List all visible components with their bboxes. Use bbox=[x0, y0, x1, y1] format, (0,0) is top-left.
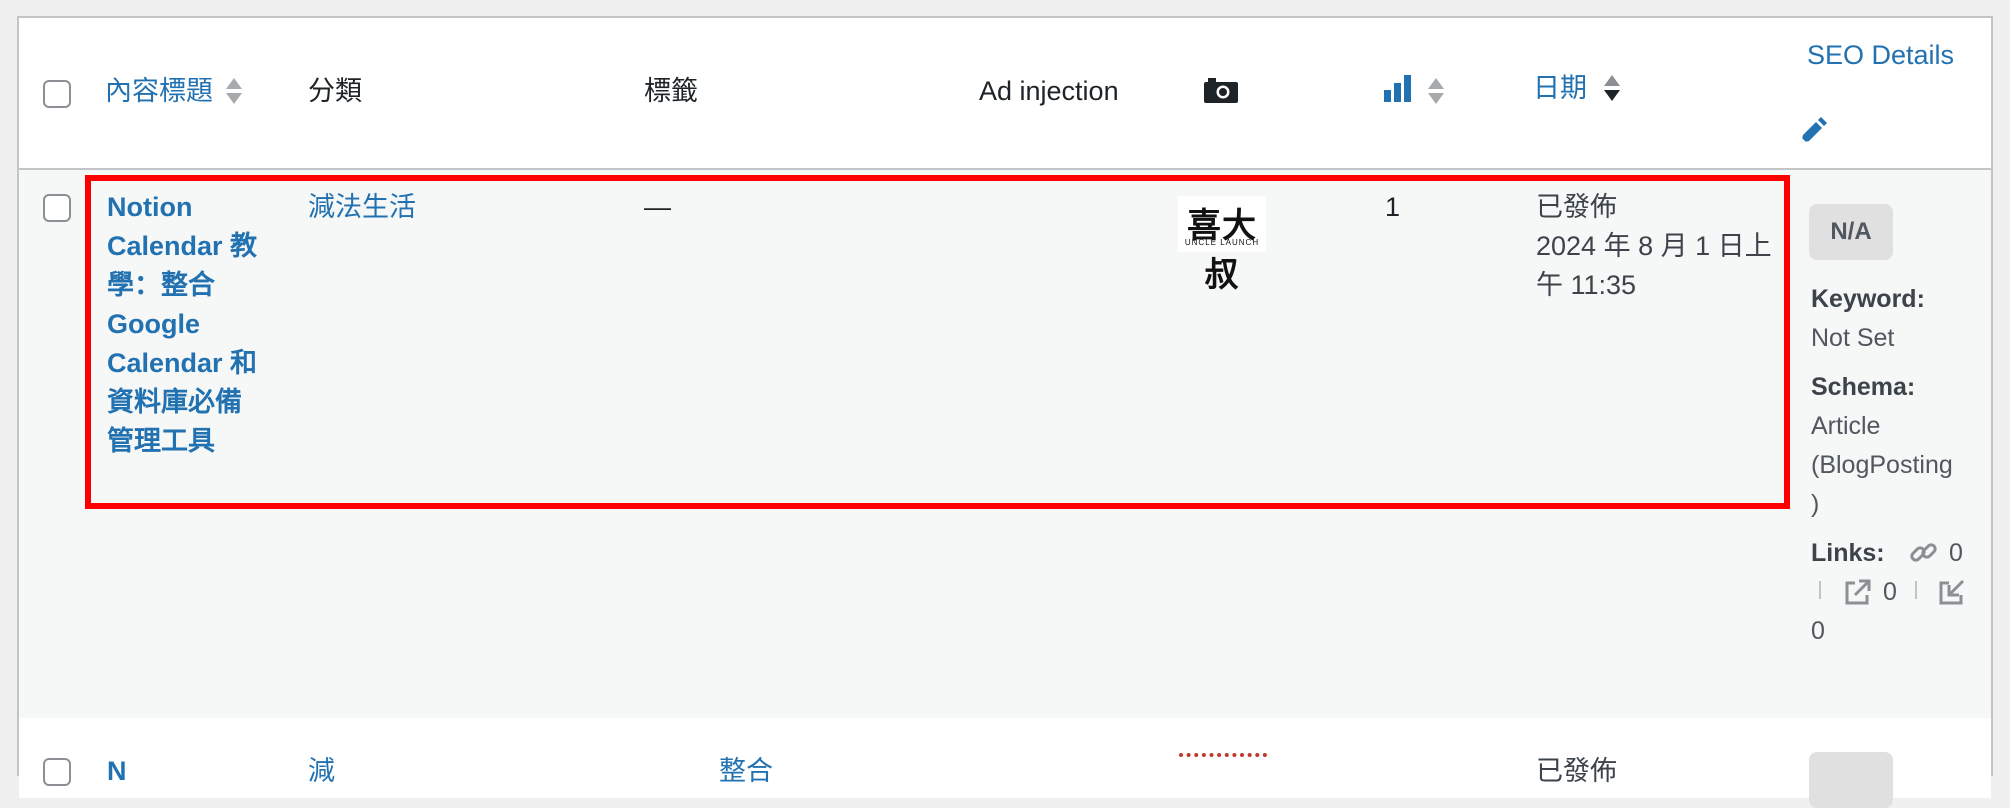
links-label: Links: bbox=[1811, 539, 1885, 567]
thumbnail-logo-text: 喜大叔 bbox=[1187, 206, 1257, 295]
post-title-line[interactable]: Calendar 教 bbox=[107, 227, 287, 266]
schema-value-line: Article bbox=[1811, 412, 1881, 440]
post-date: 已發佈 2024 年 8 月 1 日上 午 11:35 bbox=[1536, 188, 1772, 305]
post-status: 已發佈 bbox=[1536, 192, 1617, 222]
post-title-link[interactable]: Notion Calendar 教 學：整合 Google Calendar 和… bbox=[107, 188, 287, 461]
column-header-title[interactable]: 內容標題 bbox=[105, 72, 213, 111]
post-date-line: 2024 年 8 月 1 日上 bbox=[1536, 231, 1772, 261]
external-link-icon bbox=[1843, 577, 1873, 619]
tags-value: — bbox=[644, 192, 671, 222]
schema-value-line: (BlogPosting bbox=[1811, 451, 1953, 479]
column-header-ad-injection: Ad injection bbox=[979, 76, 1119, 106]
post-title-line[interactable]: 學：整合 bbox=[107, 266, 287, 305]
incoming-links-count: 0 bbox=[1811, 617, 1825, 645]
category-link[interactable]: 減法生活 bbox=[308, 188, 416, 227]
column-header-seo-details[interactable]: SEO Details bbox=[1807, 36, 1954, 75]
select-all-checkbox[interactable] bbox=[43, 80, 71, 108]
date-col-label[interactable]: 日期 bbox=[1533, 73, 1587, 103]
divider bbox=[1915, 581, 1917, 599]
column-header-tags: 標籤 bbox=[644, 76, 698, 106]
keyword-value: Not Set bbox=[1811, 324, 1895, 352]
bar-chart-icon[interactable] bbox=[1383, 74, 1413, 104]
row-checkbox[interactable] bbox=[43, 758, 71, 786]
post-title-link[interactable]: N bbox=[107, 752, 127, 791]
camera-icon bbox=[1204, 77, 1238, 103]
table-row: Notion Calendar 教 學：整合 Google Calendar 和… bbox=[19, 170, 1991, 718]
post-title-line[interactable]: Calendar 和 bbox=[107, 344, 287, 383]
seo-score-badge[interactable]: N/A bbox=[1809, 204, 1893, 260]
thumbnail-logo-subtext: UNCLE LAUNCH bbox=[1184, 238, 1260, 247]
divider bbox=[1819, 581, 1821, 599]
external-links-count: 0 bbox=[1883, 578, 1897, 606]
featured-image-thumbnail: 喜大叔 UNCLE LAUNCH bbox=[1178, 196, 1266, 295]
post-status: 已發佈 bbox=[1536, 756, 1617, 786]
post-date-line: 午 11:35 bbox=[1536, 270, 1637, 300]
post-title-line[interactable]: Google bbox=[107, 305, 287, 344]
column-header-date[interactable]: 日期 bbox=[1533, 69, 1587, 108]
seo-details: Keyword: Not Set Schema: Article (BlogPo… bbox=[1811, 280, 2010, 651]
post-title-line[interactable]: 資料庫必備 bbox=[107, 383, 287, 422]
column-header-category: 分類 bbox=[308, 76, 362, 106]
post-title-line[interactable]: 管理工具 bbox=[107, 422, 287, 461]
seo-score-badge[interactable] bbox=[1809, 752, 1893, 808]
table-row: N 減 整合 已發佈 bbox=[19, 718, 1991, 808]
keyword-label: Keyword: bbox=[1811, 285, 1925, 313]
tag-link[interactable]: 整合 bbox=[719, 752, 773, 791]
posts-table: 內容標題 分類 標籤 Ad injection 日期 SEO Details N… bbox=[17, 16, 1993, 808]
schema-label: Schema: bbox=[1811, 373, 1916, 401]
views-count: 1 bbox=[1385, 192, 1401, 222]
pencil-icon[interactable] bbox=[1797, 117, 1827, 147]
thumbnail bbox=[1179, 753, 1267, 797]
date-sort-icon[interactable] bbox=[1604, 75, 1620, 101]
row-checkbox[interactable] bbox=[43, 194, 71, 222]
incoming-link-icon bbox=[1937, 577, 1967, 619]
table-header: 內容標題 分類 標籤 Ad injection 日期 SEO Details bbox=[19, 18, 1991, 170]
internal-links-count: 0 bbox=[1949, 539, 1963, 567]
post-title-line[interactable]: Notion bbox=[107, 188, 287, 227]
category-link[interactable]: 減 bbox=[308, 752, 335, 791]
views-sort-icon[interactable] bbox=[1428, 78, 1444, 104]
links-line-2: 0 bbox=[1811, 573, 2010, 612]
schema-value-line: ) bbox=[1811, 490, 1820, 518]
title-sort-icon[interactable] bbox=[226, 78, 242, 104]
links-line: Links: 0 bbox=[1811, 534, 2010, 573]
title-col-label[interactable]: 內容標題 bbox=[105, 76, 213, 106]
